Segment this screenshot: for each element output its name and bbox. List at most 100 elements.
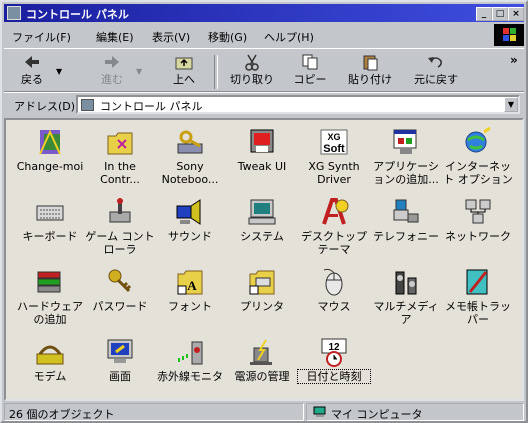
back-dropdown-icon[interactable]: ▼ <box>56 67 62 76</box>
windows-logo-icon <box>494 24 524 46</box>
control-panel-item-label: システム <box>240 230 284 243</box>
control-panel-item-label: 電源の管理 <box>234 370 290 383</box>
forward-arrow-icon <box>105 56 119 68</box>
address-bar: アドレス(D) コントロール パネル ▼ <box>4 92 524 116</box>
status-location: マイ コンピュータ <box>331 408 423 421</box>
control-panel-item[interactable]: パスワード <box>84 266 156 313</box>
undo-icon <box>428 57 442 68</box>
change-moi-icon <box>39 129 61 155</box>
control-panel-item[interactable]: マルチメディア <box>370 266 442 326</box>
control-panel-item[interactable]: プリンタ <box>226 266 298 313</box>
control-panel-item[interactable]: マウス <box>298 266 370 313</box>
menu-edit[interactable]: 編集(E) <box>96 29 134 45</box>
maximize-button[interactable]: □ <box>492 7 508 21</box>
undo-button[interactable]: 元に戻す <box>408 53 464 91</box>
control-panel-item[interactable]: テレフォニー <box>370 196 442 243</box>
network-icon <box>465 199 491 224</box>
xg-soft-icon: XGSoft <box>320 129 348 155</box>
display-icon <box>107 339 133 363</box>
my-computer-icon <box>313 406 326 417</box>
toolbar: 戻る ▼ 進む ▼ 上へ 切り取り コピー 貼り付け 元に戻す » <box>4 48 524 92</box>
control-panel-item[interactable]: Tweak UI <box>226 126 298 173</box>
control-panel-item-label: モデム <box>33 370 67 383</box>
date-time-icon: 12 <box>321 338 347 367</box>
control-panel-item[interactable]: ネットワーク <box>442 196 514 243</box>
paste-icon <box>363 55 378 71</box>
control-panel-item[interactable]: XG Soft XG Synth Driver <box>298 126 370 186</box>
address-field[interactable]: コントロール パネル ▼ <box>76 95 520 114</box>
control-panel-item-label: Change-moi <box>16 160 84 173</box>
forward-button[interactable]: 進む <box>90 53 134 91</box>
control-panel-item[interactable]: 電源の管理 <box>226 336 298 383</box>
control-panel-item[interactable]: 赤外線モニタ <box>154 336 226 383</box>
up-button[interactable]: 上へ <box>162 53 206 91</box>
address-dropdown-icon[interactable]: ▼ <box>504 97 518 112</box>
back-button[interactable]: 戻る <box>10 53 54 91</box>
control-panel-item-label: ゲーム コントローラ <box>85 230 155 256</box>
status-panel-count: 26 個のオブジェクト <box>4 403 304 421</box>
control-panel-item[interactable]: In the Contr... <box>84 126 156 186</box>
cut-button[interactable]: 切り取り <box>224 53 280 91</box>
printers-icon <box>249 270 275 295</box>
control-panel-item[interactable]: A フォント <box>154 266 226 313</box>
close-button[interactable]: × <box>508 7 524 21</box>
control-panel-item[interactable]: キーボード <box>14 196 86 243</box>
control-panel-item-label: メモ帳トラッパー <box>445 300 511 326</box>
add-remove-programs-icon <box>393 129 417 154</box>
multimedia-icon <box>395 271 417 295</box>
toolbar-more-chevron-icon[interactable]: » <box>510 53 518 67</box>
back-label: 戻る <box>21 73 43 86</box>
control-panel-item[interactable]: ゲーム コントローラ <box>84 196 156 256</box>
telephony-icon <box>393 199 419 223</box>
paste-label: 貼り付け <box>348 73 392 86</box>
title-bar[interactable]: コントロール パネル _ □ × <box>4 4 524 22</box>
control-panel-item[interactable]: インターネット オプション <box>442 126 514 186</box>
menu-file[interactable]: ファイル(F) <box>12 29 71 45</box>
control-panel-item[interactable]: サウンド <box>154 196 226 243</box>
control-panel-item[interactable]: Change-moi <box>14 126 86 173</box>
copy-icon <box>302 54 318 70</box>
forward-dropdown-icon[interactable]: ▼ <box>136 67 142 76</box>
control-panel-item[interactable]: モデム <box>14 336 86 383</box>
fonts-icon: A <box>177 270 203 295</box>
control-panel-item[interactable]: デスクトップ テーマ <box>298 196 370 256</box>
menu-bar: ファイル(F) 編集(E) 表示(V) 移動(G) ヘルプ(H) <box>4 24 524 46</box>
menu-help[interactable]: ヘルプ(H) <box>264 29 314 45</box>
control-panel-item-label: サウンド <box>168 230 212 243</box>
menu-view[interactable]: 表示(V) <box>152 29 190 45</box>
address-label: アドレス(D) <box>14 100 76 113</box>
copy-button[interactable]: コピー <box>286 53 334 91</box>
control-panel-item-label: フォント <box>168 300 212 313</box>
minimize-button[interactable]: _ <box>476 7 492 21</box>
control-panel-item[interactable]: 画面 <box>84 336 156 383</box>
icon-view: Change-moi In the Contr... Sony Noteboo...… <box>4 118 524 401</box>
notepad-trapper-icon <box>466 269 488 295</box>
svg-text:Soft: Soft <box>323 143 345 155</box>
control-panel-item[interactable]: メモ帳トラッパー <box>442 266 514 326</box>
paste-button[interactable]: 貼り付け <box>340 53 400 91</box>
up-folder-icon <box>175 57 193 70</box>
scissors-icon <box>245 54 259 71</box>
window-title: コントロール パネル <box>26 8 129 21</box>
system-icon <box>248 199 276 225</box>
back-arrow-icon <box>25 56 39 68</box>
svg-text:A: A <box>187 278 197 293</box>
sony-notebook-icon <box>177 130 203 154</box>
control-panel-item-label: パスワード <box>92 300 148 313</box>
address-value: コントロール パネル <box>100 100 203 113</box>
control-panel-item-label: ハードウェアの追加 <box>17 300 83 326</box>
cut-label: 切り取り <box>230 73 274 86</box>
control-panel-item[interactable]: アプリケーションの追加... <box>370 126 442 186</box>
desktop-themes-icon <box>322 198 349 225</box>
mouse-icon <box>323 268 343 296</box>
menu-go[interactable]: 移動(G) <box>208 29 247 45</box>
game-controller-icon <box>109 198 131 223</box>
control-panel-item[interactable]: 12 日付と時刻 <box>297 336 371 384</box>
control-panel-icon <box>7 6 21 20</box>
undo-label: 元に戻す <box>414 73 458 86</box>
control-panel-item[interactable]: システム <box>226 196 298 243</box>
control-panel-item[interactable]: Sony Noteboo... <box>154 126 226 186</box>
control-panel-item[interactable]: ハードウェアの追加 <box>14 266 86 326</box>
tweak-ui-icon <box>250 129 274 153</box>
keyboard-icon <box>36 205 64 221</box>
